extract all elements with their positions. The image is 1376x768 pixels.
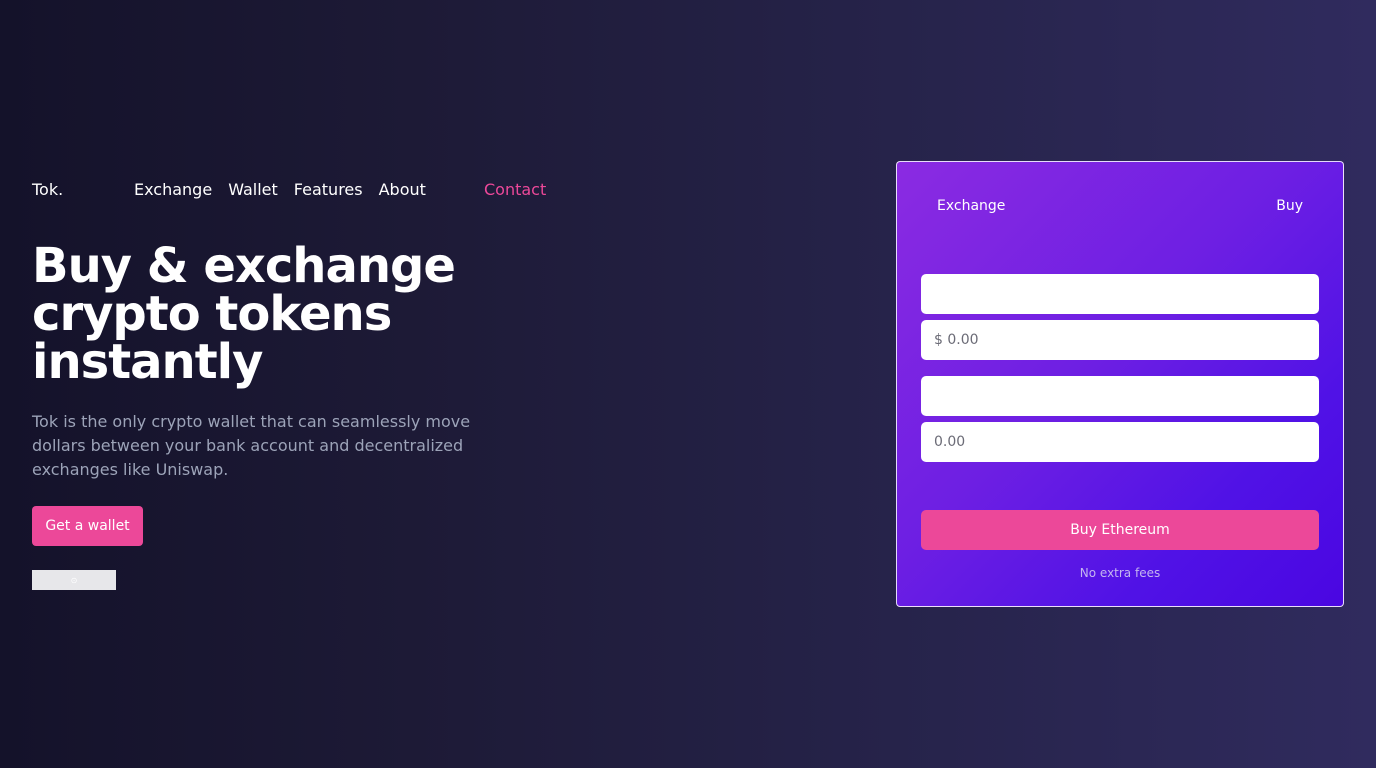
nav-link-contact[interactable]: Contact — [484, 180, 546, 200]
main-nav: Exchange Wallet Features About — [134, 180, 426, 200]
nav-link-exchange[interactable]: Exchange — [134, 180, 212, 200]
nav-link-wallet[interactable]: Wallet — [228, 180, 278, 200]
hero-title: Buy & exchange crypto tokens instantly — [32, 238, 456, 390]
app-store-badge-image[interactable]: ⊙ — [32, 570, 116, 590]
fees-note: No extra fees — [1079, 566, 1161, 580]
usd-amount-input[interactable] — [921, 320, 1319, 360]
nav-link-features[interactable]: Features — [294, 180, 363, 200]
from-currency-select[interactable] — [921, 274, 1319, 314]
buy-widget: Exchange Buy Buy Ethereum No extra fees — [896, 161, 1344, 607]
tab-buy[interactable]: Buy — [1276, 196, 1303, 216]
logo[interactable]: Tok. — [32, 180, 63, 200]
badge-placeholder-icon: ⊙ — [70, 575, 78, 585]
token-amount-input[interactable] — [921, 422, 1319, 462]
get-wallet-button[interactable]: Get a wallet — [32, 506, 143, 546]
tab-exchange[interactable]: Exchange — [937, 196, 1005, 216]
to-token-select[interactable] — [921, 376, 1319, 416]
buy-ethereum-button[interactable]: Buy Ethereum — [921, 510, 1319, 550]
hero-description: Tok is the only crypto wallet that can s… — [32, 412, 471, 479]
nav-link-about[interactable]: About — [379, 180, 426, 200]
